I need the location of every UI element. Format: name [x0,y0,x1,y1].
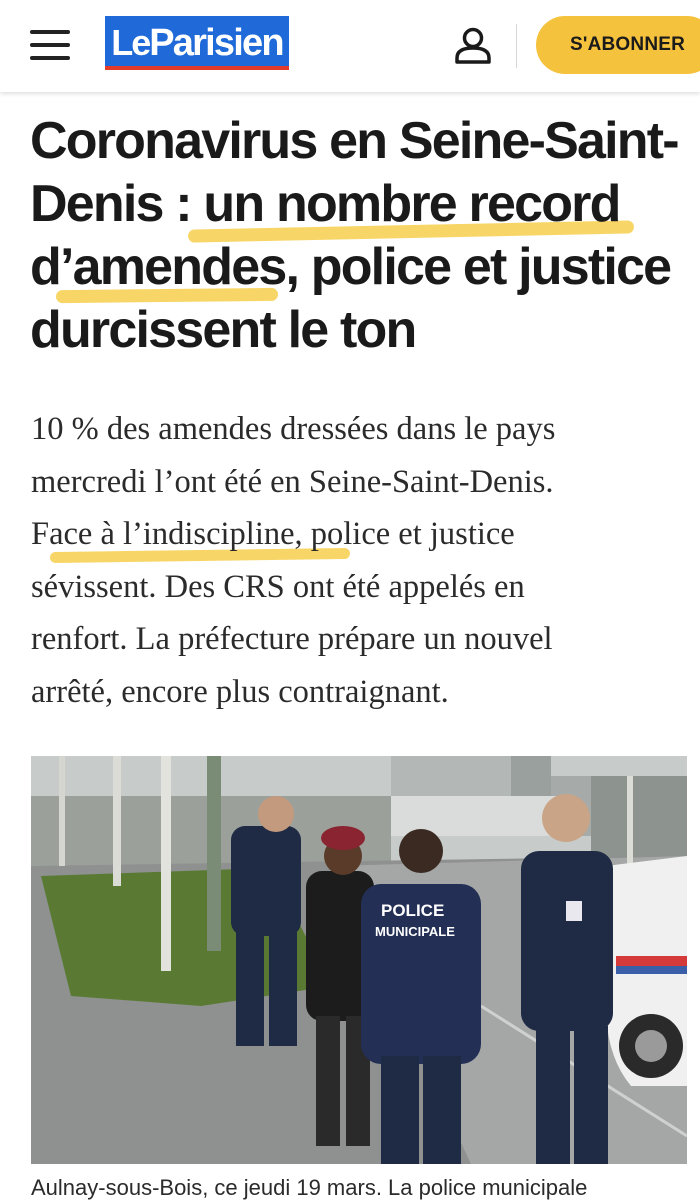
lead-line: arrêté, encore plus contraignant. [31,673,449,710]
lead-line: 10 % des amendes dressées dans le pays [31,411,556,447]
headline-line: Coronavirus en Seine-Saint- [30,112,680,170]
headline-line: Denis : un nombre record [30,175,621,233]
lead-line: sévissent. Des CRS ont été appelés en [31,568,525,605]
article-photo[interactable]: POLICE MUNICIPALE [31,756,687,1164]
header-divider [516,24,517,68]
photo-caption: Aulnay-sous-Bois, ce jeudi 19 mars. La p… [31,1175,588,1200]
lead-line: renfort. La préfecture prépare un nouvel [31,621,553,657]
article-lead: 10 % des amendes dressées dans le pays m… [31,403,691,718]
lead-line: Face à l’indiscipline, police et justice [31,516,515,552]
logo-parisien: Parisien [149,22,284,64]
vest-text-municipale: MUNICIPALE [375,924,455,939]
user-account-icon[interactable] [452,24,494,66]
photo-illustration: POLICE MUNICIPALE [31,756,687,1164]
headline-line: d’amendes, police et justice [30,238,672,296]
logo-le: Le [111,22,151,63]
lead-line: mercredi l’ont été en Seine-Saint-Denis. [31,463,554,500]
hamburger-menu-icon[interactable] [30,30,70,60]
vest-text-police: POLICE [381,901,444,920]
article-headline: Coronavirus en Seine-Saint- Denis : un n… [30,110,680,362]
headline-line: durcissent le ton [30,301,417,359]
site-header: LeParisien S'ABONNER [0,0,700,92]
subscribe-button[interactable]: S'ABONNER [536,16,700,74]
le-parisien-logo[interactable]: LeParisien [105,16,289,70]
